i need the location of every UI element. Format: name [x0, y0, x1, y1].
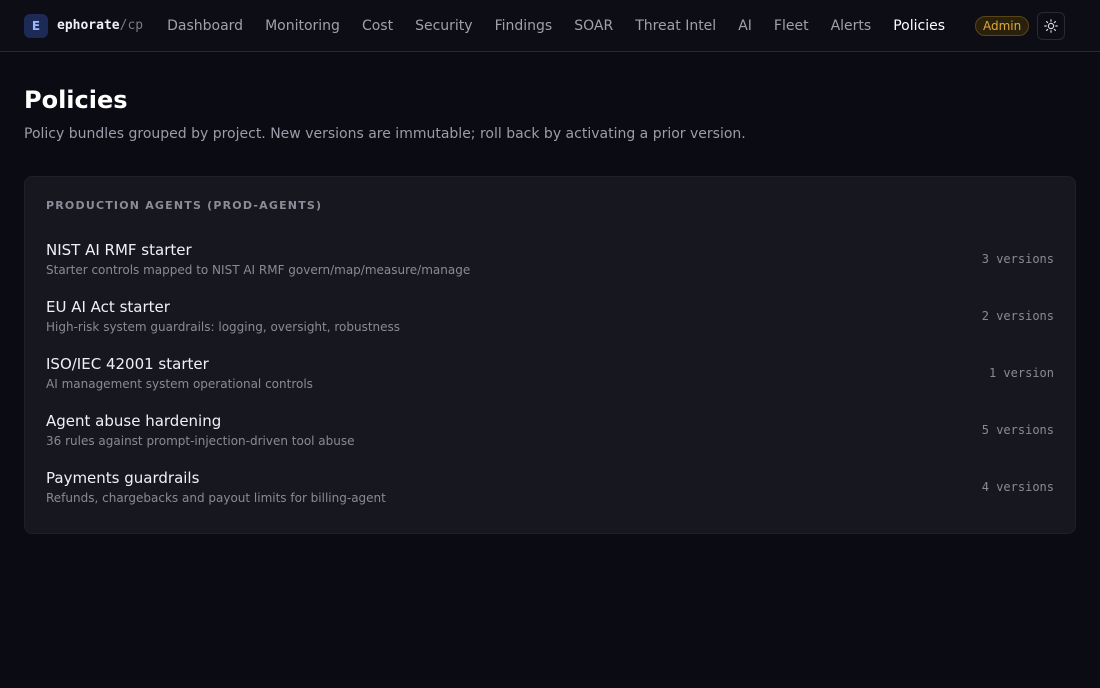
brand-name: ephorate	[57, 18, 120, 33]
sun-icon	[1044, 18, 1059, 33]
policy-name: NIST AI RMF starter	[46, 240, 192, 259]
brand[interactable]: E ephorate / cp	[24, 13, 144, 38]
policy-row[interactable]: EU AI Act starter High-risk system guard…	[46, 287, 1054, 344]
policy-description: Refunds, chargebacks and payout limits f…	[46, 490, 386, 505]
page-subtitle: Policy bundles grouped by project. New v…	[24, 126, 746, 142]
policy-info: Agent abuse hardening 36 rules against p…	[46, 412, 355, 448]
logo-icon: E	[24, 13, 48, 38]
theme-toggle-button[interactable]	[1037, 11, 1066, 40]
nav-item-security[interactable]: Security	[415, 18, 473, 34]
brand-separator: /	[119, 18, 128, 33]
page-title: Policies	[24, 86, 128, 114]
policy-description: AI management system operational control…	[46, 376, 313, 391]
role-badge: Admin	[975, 15, 1030, 36]
nav-item-dashboard[interactable]: Dashboard	[167, 18, 243, 34]
nav-item-threat-intel[interactable]: Threat Intel	[635, 18, 716, 34]
project-card: PRODUCTION AGENTS (PROD-AGENTS) NIST AI …	[24, 176, 1076, 534]
policy-version-count: 5 versions	[981, 422, 1054, 437]
policy-row[interactable]: Payments guardrails Refunds, chargebacks…	[46, 458, 1054, 515]
policy-info: NIST AI RMF starter Starter controls map…	[46, 241, 470, 277]
nav-item-ai[interactable]: AI	[738, 18, 752, 34]
brand-suffix: cp	[127, 18, 144, 33]
main-content: Policies Policy bundles grouped by proje…	[0, 52, 1100, 534]
main-nav: Dashboard Monitoring Cost Security Findi…	[167, 18, 967, 34]
policy-version-count: 4 versions	[981, 479, 1054, 494]
policy-version-count: 2 versions	[981, 308, 1054, 323]
project-heading: PRODUCTION AGENTS (PROD-AGENTS)	[46, 199, 323, 212]
policy-name: EU AI Act starter	[46, 297, 170, 316]
policy-row[interactable]: NIST AI RMF starter Starter controls map…	[46, 230, 1054, 287]
nav-item-cost[interactable]: Cost	[362, 18, 393, 34]
policy-row[interactable]: Agent abuse hardening 36 rules against p…	[46, 401, 1054, 458]
nav-item-monitoring[interactable]: Monitoring	[265, 18, 340, 34]
policy-description: 36 rules against prompt-injection-driven…	[46, 433, 355, 448]
policy-info: Payments guardrails Refunds, chargebacks…	[46, 469, 386, 505]
nav-item-alerts[interactable]: Alerts	[831, 18, 872, 34]
policy-name: Payments guardrails	[46, 468, 200, 487]
policy-description: Starter controls mapped to NIST AI RMF g…	[46, 262, 471, 277]
policy-row[interactable]: ISO/IEC 42001 starter AI management syst…	[46, 344, 1054, 401]
policy-version-count: 3 versions	[981, 251, 1054, 266]
policy-name: Agent abuse hardening	[46, 411, 222, 430]
top-navigation-bar: E ephorate / cp Dashboard Monitoring Cost …	[0, 0, 1100, 52]
policy-description: High-risk system guardrails: logging, ov…	[46, 319, 401, 334]
header-actions: Admin	[975, 11, 1066, 40]
nav-item-findings[interactable]: Findings	[495, 18, 553, 34]
nav-item-policies[interactable]: Policies	[893, 18, 945, 34]
nav-item-soar[interactable]: SOAR	[574, 18, 613, 34]
nav-item-fleet[interactable]: Fleet	[774, 18, 809, 34]
policy-name: ISO/IEC 42001 starter	[46, 354, 209, 373]
policy-version-count: 1 version	[988, 365, 1054, 380]
policy-info: ISO/IEC 42001 starter AI management syst…	[46, 355, 313, 391]
policy-info: EU AI Act starter High-risk system guard…	[46, 298, 400, 334]
